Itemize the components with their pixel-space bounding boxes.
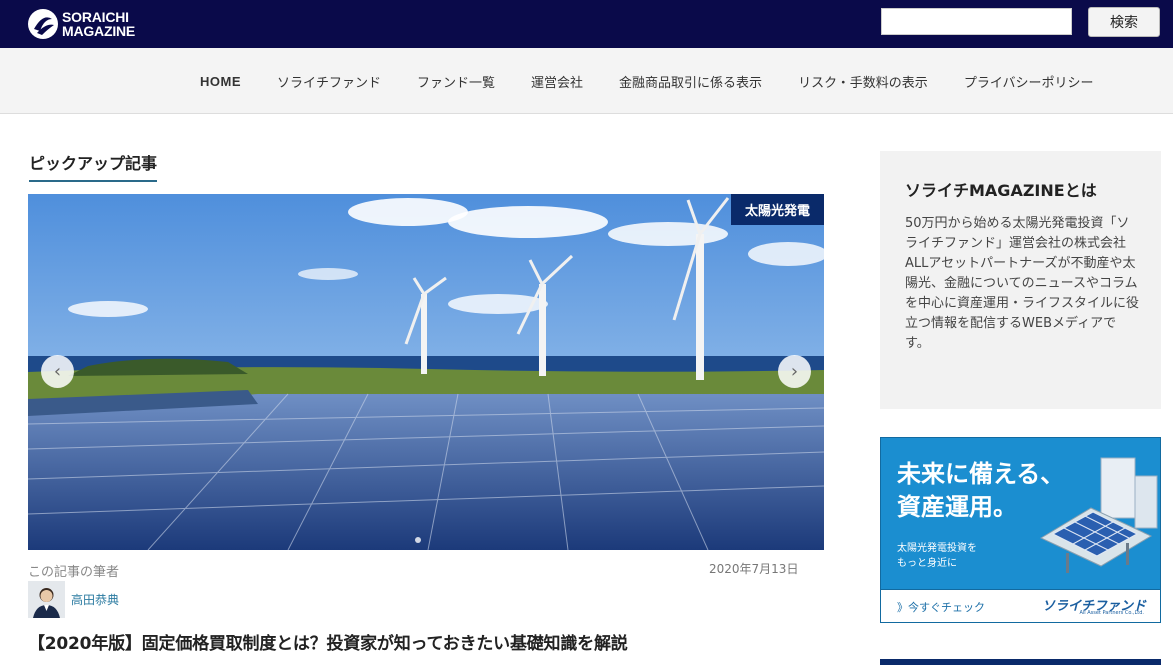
pickup-heading: ピックアップ記事 bbox=[29, 150, 158, 182]
slider-prev-button[interactable]: ‹ bbox=[41, 355, 74, 388]
about-title: ソライチMAGAZINEとは bbox=[905, 181, 1097, 200]
site-logo[interactable]: SORAICHI MAGAZINE bbox=[28, 4, 135, 44]
author-label: この記事の筆者 bbox=[28, 565, 120, 580]
fund-banner[interactable]: 未来に備える、 資産運用。 太陽光発電投資を もっと身近に 》今すぐチェック ソ… bbox=[880, 437, 1161, 623]
nav-financial-disclosure[interactable]: 金融商品取引に係る表示 bbox=[601, 72, 780, 91]
author-name[interactable]: 高田恭典 bbox=[71, 591, 119, 608]
banner-headline-2: 資産運用。 bbox=[897, 493, 1017, 521]
global-nav: HOME ソライチファンド ファンド一覧 運営会社 金融商品取引に係る表示 リス… bbox=[0, 48, 1173, 114]
banner-footer: 》今すぐチェック ソライチファンド All Asset Partners Co.… bbox=[881, 589, 1160, 622]
logo-mark-icon bbox=[28, 9, 58, 39]
nav-risk-fees[interactable]: リスク・手数料の表示 bbox=[780, 72, 946, 91]
top-bar: SORAICHI MAGAZINE 検索 bbox=[0, 0, 1173, 48]
logo-line2: MAGAZINE bbox=[62, 23, 136, 39]
banner-headline-1: 未来に備える、 bbox=[897, 460, 1065, 488]
slider-next-button[interactable]: › bbox=[778, 355, 811, 388]
nav-soraichi-fund[interactable]: ソライチファンド bbox=[259, 72, 399, 91]
search-input[interactable] bbox=[881, 8, 1072, 35]
banner-brand-sub: All Asset Partners Co.,Ltd. bbox=[1079, 610, 1144, 616]
nav-fund-list[interactable]: ファンド一覧 bbox=[399, 72, 513, 91]
chevron-left-icon: ‹ bbox=[53, 361, 62, 382]
post-date: 2020年7月13日 bbox=[709, 562, 799, 576]
slider-image[interactable] bbox=[28, 194, 824, 550]
article-title[interactable]: 【2020年版】固定価格買取制度とは？投資家が知っておきたい基礎知識を解説 bbox=[28, 629, 628, 654]
about-text: 50万円から始める太陽光発電投資「ソライチファンド」運営会社の株式会社ALLアセ… bbox=[905, 216, 1140, 351]
search-button[interactable]: 検索 bbox=[1088, 7, 1160, 37]
next-widget-edge bbox=[880, 659, 1161, 665]
about-box: ソライチMAGAZINEとは 50万円から始める太陽光発電投資「ソライチファンド… bbox=[880, 151, 1161, 409]
category-tag[interactable]: 太陽光発電 bbox=[731, 194, 824, 225]
nav-privacy-policy[interactable]: プライバシーポリシー bbox=[946, 72, 1112, 91]
chevron-right-icon: › bbox=[790, 361, 799, 382]
banner-sub-1: 太陽光発電投資を bbox=[897, 543, 977, 554]
banner-sub-2: もっと身近に bbox=[897, 558, 957, 569]
author-avatar[interactable] bbox=[28, 581, 65, 618]
banner-cta[interactable]: 》今すぐチェック bbox=[897, 599, 985, 615]
nav-company[interactable]: 運営会社 bbox=[513, 72, 601, 91]
pickup-slider[interactable]: 太陽光発電 ‹ › bbox=[28, 194, 824, 550]
nav-home[interactable]: HOME bbox=[182, 74, 259, 89]
logo-line1: SORAICHI bbox=[62, 9, 129, 25]
